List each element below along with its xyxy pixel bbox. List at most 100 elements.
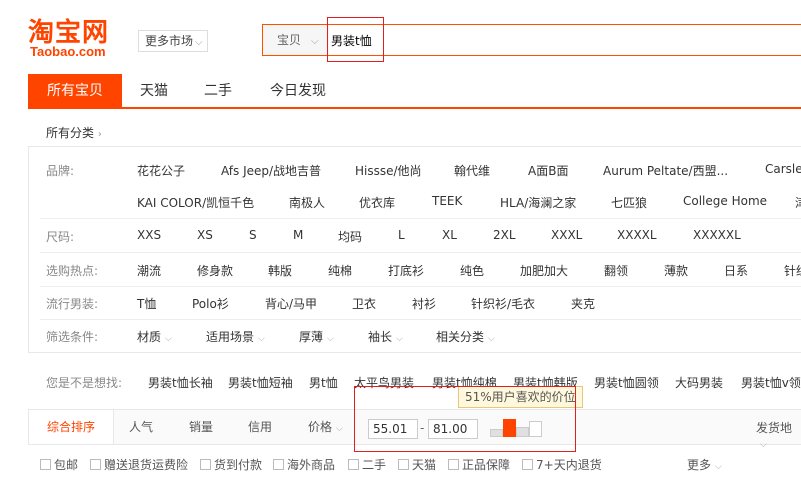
sort-default[interactable]: 综合排序 [29,410,115,444]
size-option[interactable]: M [293,228,303,242]
size-label: 尺码: [46,230,75,244]
tab-second-hand[interactable]: 二手 [186,74,250,109]
chevron-down-icon: ⌵ [195,37,203,48]
more-market-dropdown[interactable]: 更多市场 ⌵ [138,30,208,52]
checkbox-icon [522,459,533,470]
size-option[interactable]: L [398,228,405,242]
brand-option[interactable]: HLA/海澜之家 [500,194,576,211]
brand-label: 品牌: [46,164,75,178]
checkbox-label: 货到付款 [214,458,263,472]
condition-scene-dropdown[interactable]: 适用场景 ⌵ [206,328,265,345]
chevron-down-icon: ⌵ [336,424,343,434]
sort-sales[interactable]: 销量 [189,410,213,444]
condition-sleeve-dropdown[interactable]: 袖长 ⌵ [368,328,403,345]
search-category-select[interactable]: 宝贝 ⌵ [263,25,329,55]
popular-option[interactable]: 夹克 [571,295,595,312]
checkbox-icon [40,459,51,470]
checkbox-label: 7+天内退货 [536,458,602,472]
brand-option[interactable]: Afs Jeep/战地吉普 [221,162,321,179]
brand-option[interactable]: KAI COLOR/凯恒千色 [137,194,254,211]
checkbox-genuine[interactable]: 正品保障 [448,456,510,473]
hot-option[interactable]: 加肥加大 [520,262,568,279]
suggestion-link[interactable]: 男装t恤v领 [741,374,801,391]
tab-today-discover[interactable]: 今日发现 [250,74,346,109]
brand-option[interactable]: 花花公子 [137,162,185,179]
annotation-box-search [327,17,384,62]
condition-thickness-dropdown[interactable]: 厚薄 ⌵ [299,328,334,345]
brand-option[interactable]: A面B面 [528,162,568,179]
brand-option[interactable]: 南极人 [289,194,325,211]
conditions-label: 筛选条件: [46,330,99,344]
more-options-button[interactable]: 更多 ⌵ [687,456,722,473]
hot-option[interactable]: 韩版 [268,262,292,279]
hot-option[interactable]: 潮流 [137,262,161,279]
suggestion-link[interactable]: 男装t恤圆领 [594,374,659,391]
size-option[interactable]: XXXXXL [693,228,741,242]
brand-option[interactable]: College Home [683,194,767,208]
brand-option[interactable]: TEEK [432,194,462,208]
brand-option[interactable]: 津 [795,194,801,211]
checkbox-tmall[interactable]: 天猫 [398,456,436,473]
suggestion-link[interactable]: 男装t恤长袖 [148,374,213,391]
checkbox-label: 赠送退货运费险 [104,458,189,472]
brand-option[interactable]: Carsle [765,162,801,176]
size-option[interactable]: XXXXL [617,228,657,242]
size-option[interactable]: XXS [137,228,161,242]
checkbox-7day-return[interactable]: 7+天内退货 [522,456,602,473]
size-option[interactable]: XS [197,228,213,242]
popular-option[interactable]: 背心/马甲 [265,295,317,312]
size-option[interactable]: 均码 [338,228,362,245]
hot-option[interactable]: 针织 [784,262,801,279]
hot-option[interactable]: 薄款 [664,262,688,279]
taobao-logo-en[interactable]: Taobao.com [30,44,106,59]
brand-option[interactable]: 翰代维 [454,162,490,179]
sort-credit[interactable]: 信用 [248,410,272,444]
checkbox-return-insurance[interactable]: 赠送退货运费险 [90,456,188,473]
condition-material-dropdown[interactable]: 材质 ⌵ [137,328,172,345]
checkbox-icon [200,459,211,470]
size-option[interactable]: XL [442,228,457,242]
suggestion-link[interactable]: 男装t恤短袖 [228,374,293,391]
popular-option[interactable]: 卫衣 [352,295,376,312]
suggestion-link[interactable]: 大码男装 [675,374,723,391]
popular-option[interactable]: 针织衫/毛衣 [471,295,535,312]
hot-option[interactable]: 日系 [724,262,748,279]
hot-option[interactable]: 纯棉 [328,262,352,279]
brand-option[interactable]: 七匹狼 [611,194,647,211]
checkbox-label: 正品保障 [462,458,511,472]
size-option[interactable]: 2XL [493,228,516,242]
hot-option[interactable]: 纯色 [460,262,484,279]
divider [40,218,801,219]
chevron-down-icon: ⌵ [311,36,319,47]
hot-option[interactable]: 打底衫 [388,262,424,279]
brand-option[interactable]: 优衣库 [359,194,395,211]
all-categories-breadcrumb[interactable]: 所有分类 › [46,124,102,141]
divider [40,286,801,287]
checkbox-second-hand[interactable]: 二手 [348,456,386,473]
hot-label: 选购热点: [46,264,99,278]
checkbox-overseas[interactable]: 海外商品 [273,456,335,473]
popular-option[interactable]: 衬衫 [412,295,436,312]
brand-option[interactable]: Aurum Peltate/西盟... [603,162,728,179]
search-input[interactable] [329,25,801,55]
popular-option[interactable]: Polo衫 [192,295,229,312]
hot-option[interactable]: 修身款 [197,262,233,279]
ship-from-dropdown[interactable]: 发货地 ⌵ [756,419,801,450]
condition-category-dropdown[interactable]: 相关分类 ⌵ [436,328,495,345]
chevron-right-icon: › [97,129,102,140]
suggestion-link[interactable]: 男t恤 [309,374,338,391]
sort-popularity[interactable]: 人气 [129,410,153,444]
divider [40,252,801,253]
sort-price[interactable]: 价格 ⌵ [308,410,343,444]
popular-option[interactable]: T恤 [137,295,156,312]
size-option[interactable]: XXXL [551,228,582,242]
tab-tmall[interactable]: 天猫 [122,74,186,109]
hot-option[interactable]: 翻领 [604,262,628,279]
more-market-label: 更多市场 [145,34,194,48]
search-tabs: 所有宝贝 天猫 二手 今日发现 [28,74,801,109]
size-option[interactable]: S [249,228,257,242]
checkbox-cod[interactable]: 货到付款 [200,456,262,473]
tab-all-items[interactable]: 所有宝贝 [28,74,122,109]
checkbox-free-shipping[interactable]: 包邮 [40,456,78,473]
brand-option[interactable]: Hissse/他尚 [355,162,422,179]
